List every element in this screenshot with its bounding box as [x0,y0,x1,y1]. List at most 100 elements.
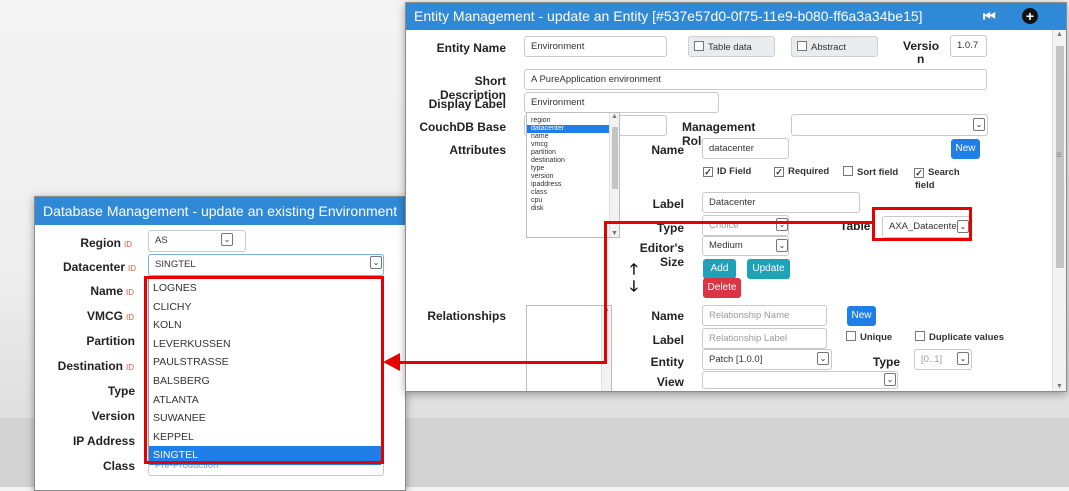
rel-entity-chevron-down-icon[interactable]: ⌄ [817,352,829,365]
management-role-select[interactable] [791,114,988,136]
rel-entity-select[interactable]: Patch [1.0.0] [702,349,832,370]
short-description-input[interactable]: A PureApplication environment [524,69,987,90]
couchdb-base-label: CouchDB Base [419,120,506,134]
move-down-icon[interactable]: 🡓 [630,276,638,301]
table-data-checkbox[interactable] [694,41,704,51]
rel-type-label: Type [872,355,900,369]
sort-field-toggle[interactable]: Sort field [843,166,898,178]
type-label: Type [107,384,135,398]
attr-name-label: Name [651,143,684,157]
attributes-list[interactable]: ▲ ▼ region datacenter name vmcg partition des… [526,112,620,238]
attribute-list-item[interactable]: vmcg [527,141,619,149]
id-field-checkbox[interactable]: ✓ [703,167,713,177]
attr-new-button[interactable]: New [951,139,980,159]
version-label: Version [903,39,940,66]
attribute-list-item[interactable]: destination [527,157,619,165]
attribute-list-item[interactable]: datacenter [527,125,619,133]
rel-name-input[interactable]: Relationship Name [702,305,827,326]
attr-type-chevron-down-icon[interactable]: ⌄ [776,218,788,231]
display-label-input[interactable]: Environment [524,92,719,113]
datacenter-option[interactable]: ATLANTA [149,391,381,410]
entity-window-title: Entity Management - update an Entity [#5… [414,8,923,24]
duplicate-values-toggle[interactable]: Duplicate values [915,331,1004,343]
entity-window-scrollbar[interactable]: ▲ ▼ [1052,30,1066,391]
datacenter-option[interactable]: LOGNES [149,279,381,298]
search-field-checkbox[interactable]: ✓ [914,168,924,178]
abstract-checkbox[interactable] [797,41,807,51]
datacenter-option[interactable]: SUWANEE [149,409,381,428]
first-page-icon[interactable]: ⏮ [983,3,996,30]
attr-label-input[interactable]: Datacenter [702,192,860,213]
datacenter-option[interactable]: BALSBERG [149,372,381,391]
entity-name-label: Entity Name [436,41,506,55]
attribute-list-item[interactable]: ipaddress [527,181,619,189]
rel-label-input[interactable]: Relationship Label [702,328,827,349]
entity-name-input[interactable]: Environment [524,36,667,57]
relationships-list[interactable]: ▲ [526,305,612,391]
editors-size-label: Editor's Size [639,241,684,269]
connector-line-horizontal-bottom [398,361,607,364]
attr-add-button[interactable]: Add [703,259,736,279]
region-chevron-down-icon[interactable]: ⌄ [221,233,233,246]
rel-view-select[interactable] [702,371,898,389]
id-field-toggle[interactable]: ✓ ID Field [703,166,751,177]
rel-view-label: View [656,375,684,389]
connector-arrowhead-icon [383,353,400,371]
vmcg-label: VMCG ID [87,309,134,323]
connector-line-horizontal-top [606,221,874,224]
sort-field-checkbox[interactable] [843,166,853,176]
datacenter-select[interactable]: SINGTEL [148,254,384,276]
attributes-scrollbar[interactable]: ▲ ▼ [609,113,619,237]
editors-size-chevron-down-icon[interactable]: ⌄ [776,239,788,252]
table-data-label: Table data [708,42,752,53]
ip-address-label: IP Address [72,434,135,448]
datacenter-chevron-down-icon[interactable]: ⌄ [370,256,382,269]
attribute-list-item[interactable]: disk [527,205,619,213]
required-toggle[interactable]: ✓ Required [774,166,829,177]
datacenter-option[interactable]: SINGTEL [149,446,381,465]
table-data-toggle[interactable]: Table data [688,36,775,57]
datacenter-option[interactable]: KEPPEL [149,428,381,447]
datacenter-dropdown-list: LOGNES CLICHY KOLN LEVERKUSSEN PAULSTRASSE BA… [148,278,382,465]
abstract-label: Abstract [811,42,846,53]
attribute-list-item[interactable]: version [527,173,619,181]
management-role-chevron-down-icon[interactable]: ⌄ [973,118,985,131]
datacenter-option[interactable]: LEVERKUSSEN [149,335,381,354]
attribute-list-item[interactable]: name [527,133,619,141]
rel-view-chevron-down-icon[interactable]: ⌄ [884,373,896,386]
rel-type-chevron-down-icon[interactable]: ⌄ [957,352,969,365]
attributes-label: Attributes [449,143,506,157]
database-window-titlebar: Database Management - update an existing… [35,197,405,225]
datacenter-label: Datacenter ID [62,260,136,274]
required-checkbox[interactable]: ✓ [774,167,784,177]
unique-checkbox[interactable] [846,331,856,341]
attribute-list-item[interactable]: partition [527,149,619,157]
attribute-list-item[interactable]: region [527,117,619,125]
display-label-label: Display Label [428,97,506,111]
class-label: Class [102,459,135,473]
duplicate-values-checkbox[interactable] [915,331,925,341]
search-field-toggle[interactable]: ✓ Search field [914,166,960,192]
datacenter-option[interactable]: PAULSTRASSE [149,353,381,372]
attribute-list-item[interactable]: cpu [527,197,619,205]
attr-name-input[interactable]: datacenter [702,138,789,159]
add-circle-icon[interactable]: + [1022,8,1038,24]
rel-new-button[interactable]: New [847,306,876,326]
region-label: Region ID [80,236,132,250]
rel-entity-label: Entity [650,355,684,369]
attr-update-button[interactable]: Update [747,259,790,279]
attribute-list-item[interactable]: type [527,165,619,173]
version-input[interactable]: 1.0.7 [950,35,987,57]
attribute-list-item[interactable]: class [527,189,619,197]
entity-management-window: Entity Management - update an Entity [#5… [405,2,1067,392]
table-chevron-down-icon[interactable]: ⌄ [957,220,969,233]
connector-line-vertical [604,221,607,364]
name-label: Name ID [90,284,134,298]
attr-label-label: Label [652,197,684,211]
datacenter-option[interactable]: CLICHY [149,298,381,317]
abstract-toggle[interactable]: Abstract [791,36,878,57]
unique-toggle[interactable]: Unique [846,331,892,343]
attr-delete-button[interactable]: Delete [703,278,741,298]
destination-label: Destination ID [57,359,134,373]
datacenter-option[interactable]: KOLN [149,316,381,335]
